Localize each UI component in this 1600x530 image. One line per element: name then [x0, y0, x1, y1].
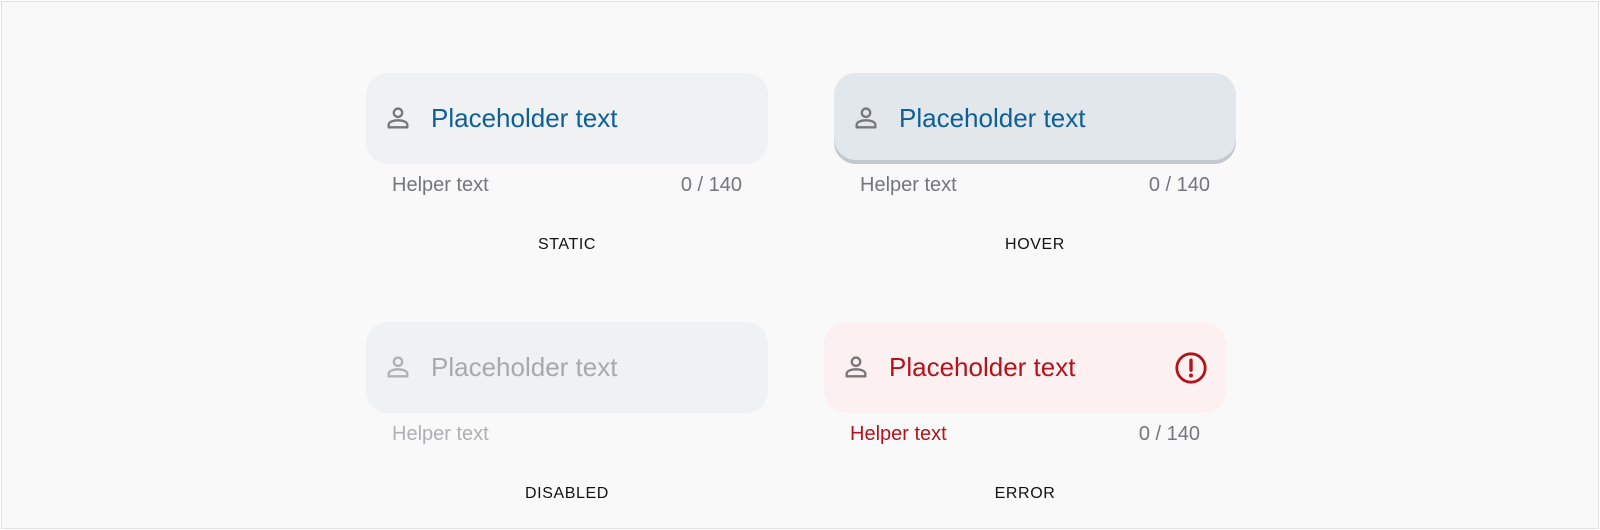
helper-row: Helper text	[366, 419, 768, 449]
helper-text: Helper text	[860, 174, 957, 196]
alert-circle-icon	[1175, 352, 1207, 384]
character-counter: 0 / 140	[1138, 423, 1200, 445]
disabled-variant: Placeholder text Helper text DISABLED	[366, 322, 768, 502]
state-label-disabled: DISABLED	[525, 485, 609, 502]
disabled-text-field: Placeholder text	[366, 322, 768, 413]
helper-text: Helper text	[850, 423, 947, 445]
helper-row: Helper text 0 / 140	[366, 170, 768, 200]
person-icon	[387, 107, 409, 129]
placeholder-text: Placeholder text	[899, 103, 1086, 133]
person-icon	[845, 356, 867, 378]
placeholder-text: Placeholder text	[431, 352, 618, 382]
static-text-field[interactable]: Placeholder text	[366, 73, 768, 164]
hover-text-field[interactable]: Placeholder text	[834, 73, 1236, 164]
person-icon	[387, 356, 409, 378]
state-label-static: STATIC	[537, 236, 597, 253]
helper-text: Helper text	[392, 423, 489, 445]
state-label-error: ERROR	[994, 485, 1056, 502]
static-variant: Placeholder text Helper text 0 / 140 STA…	[366, 73, 768, 253]
person-icon	[855, 107, 877, 129]
hover-variant: Placeholder text Helper text 0 / 140 HOV…	[834, 73, 1236, 253]
helper-row: Helper text 0 / 140	[834, 170, 1236, 200]
error-text-field[interactable]: Placeholder text	[824, 322, 1226, 413]
placeholder-text: Placeholder text	[889, 352, 1076, 382]
character-counter: 0 / 140	[680, 174, 742, 196]
helper-row: Helper text 0 / 140	[824, 419, 1226, 449]
helper-text: Helper text	[392, 174, 489, 196]
error-variant: Placeholder text Helper text 0 / 140 ERR…	[824, 322, 1226, 502]
component-frame: Placeholder text Helper text 0 / 140 STA…	[1, 1, 1599, 529]
placeholder-text: Placeholder text	[431, 103, 618, 133]
state-label-hover: HOVER	[1005, 236, 1065, 253]
character-counter: 0 / 140	[1148, 174, 1210, 196]
